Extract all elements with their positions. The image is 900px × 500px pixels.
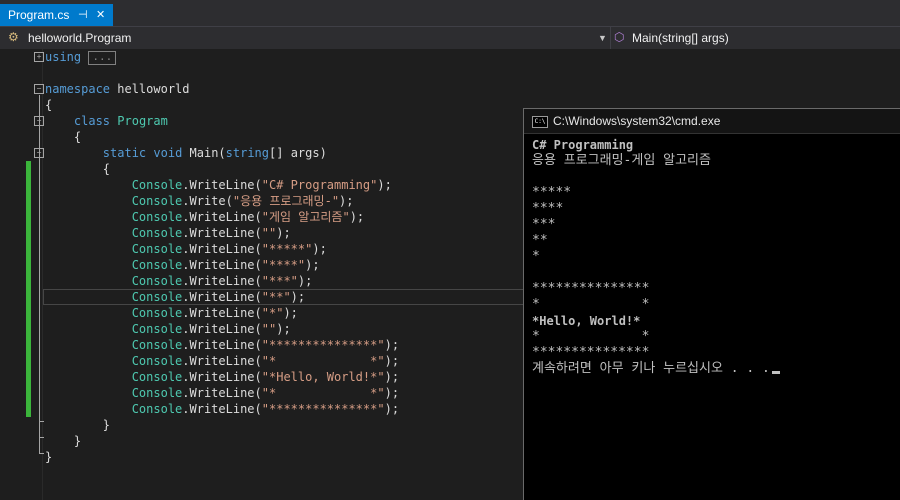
console-line: C# Programming — [532, 138, 634, 152]
code-line-statement: Console.WriteLine("게임 알고리즘"); — [131, 210, 365, 224]
code-line-class-close: } — [73, 434, 82, 448]
code-line-statement: Console.WriteLine("**"); — [131, 290, 306, 304]
code-line-class-open: { — [73, 130, 82, 144]
code-line-class: class Program — [73, 114, 168, 128]
text-cursor — [771, 371, 780, 374]
tab-program-cs[interactable]: Program.cs ⊣ ✕ — [0, 4, 113, 26]
class-icon: ⚙ — [8, 30, 19, 44]
code-line-statement: Console.WriteLine("*Hello, World!*"); — [131, 370, 400, 384]
fold-guide — [39, 159, 40, 421]
code-line-main-open: { — [102, 162, 111, 176]
code-line-using: using ... — [45, 49, 117, 65]
console-line: * * — [532, 329, 650, 344]
console-line: ***** — [532, 185, 572, 200]
pin-icon[interactable]: ⊣ — [78, 4, 88, 26]
collapse-icon[interactable]: − — [34, 84, 44, 94]
tab-title: Program.cs — [8, 8, 70, 22]
console-line: **** — [532, 201, 564, 216]
document-tab-bar: Program.cs ⊣ ✕ — [0, 0, 900, 26]
change-marker — [26, 161, 31, 417]
code-line-main: static void Main(string[] args) — [102, 146, 327, 160]
console-line: 계속하려면 아무 키나 누르십시오 . . . — [532, 361, 898, 377]
code-line-statement: Console.WriteLine(""); — [131, 226, 291, 240]
code-line-statement: Console.WriteLine("* *"); — [131, 386, 400, 400]
code-line-statement: Console.WriteLine("****"); — [131, 258, 320, 272]
fold-end — [39, 453, 44, 454]
code-line-statement: Console.WriteLine("C# Programming"); — [131, 178, 392, 192]
console-window[interactable]: C:\ C:\Windows\system32\cmd.exe C# Progr… — [523, 108, 900, 500]
fold-end — [39, 421, 44, 422]
console-line: * * — [532, 297, 650, 312]
code-line-statement: Console.WriteLine("*****"); — [131, 242, 327, 256]
code-line-statement: Console.WriteLine("***"); — [131, 274, 313, 288]
code-line-ns-open: { — [45, 98, 53, 112]
member-selector-value: Main(string[] args) — [632, 31, 729, 45]
collapse-icon[interactable]: − — [34, 116, 44, 126]
expand-icon[interactable]: + — [34, 52, 44, 62]
console-line: *Hello, World!* — [532, 314, 641, 328]
console-title: C:\Windows\system32\cmd.exe — [553, 114, 721, 128]
code-line-ns-close: } — [45, 450, 53, 464]
code-line-statement: Console.WriteLine("* *"); — [131, 354, 400, 368]
code-line-namespace: namespace helloworld — [45, 82, 190, 96]
console-line: *** — [532, 217, 556, 232]
method-icon: ⬡ — [614, 30, 625, 44]
collapsed-region[interactable]: ... — [88, 50, 117, 65]
console-line: *************** — [532, 345, 650, 360]
console-title-bar[interactable]: C:\ C:\Windows\system32\cmd.exe — [524, 109, 900, 134]
navigation-bar: ⚙ helloworld.Program ▼ ⬡ Main(string[] a… — [0, 26, 900, 50]
class-selector-dropdown[interactable]: ⚙ helloworld.Program ▼ — [0, 27, 611, 49]
collapse-icon[interactable]: − — [34, 148, 44, 158]
code-line-statement: Console.WriteLine("***************"); — [131, 338, 400, 352]
console-line: *************** — [532, 281, 650, 296]
class-selector-value: helloworld.Program — [28, 31, 132, 45]
console-output: C# Programming 응용 프로그래밍-게임 알고리즘 ***** **** *… — [532, 137, 898, 377]
console-line: 응용 프로그래밍-게임 알고리즘 — [532, 153, 711, 168]
console-line: * — [532, 249, 540, 264]
console-line: ** — [532, 233, 548, 248]
code-line-statement: Console.Write("응용 프로그래밍-"); — [131, 194, 354, 208]
close-icon[interactable]: ✕ — [96, 4, 105, 26]
chevron-down-icon[interactable]: ▼ — [598, 27, 607, 49]
code-line-main-close: } — [102, 418, 111, 432]
cmd-icon: C:\ — [532, 116, 548, 128]
fold-end — [39, 437, 44, 438]
code-line-statement: Console.WriteLine("***************"); — [131, 402, 400, 416]
code-line-statement: Console.WriteLine("*"); — [131, 306, 298, 320]
member-selector-dropdown[interactable]: ⬡ Main(string[] args) — [611, 27, 900, 49]
code-line-statement: Console.WriteLine(""); — [131, 322, 291, 336]
